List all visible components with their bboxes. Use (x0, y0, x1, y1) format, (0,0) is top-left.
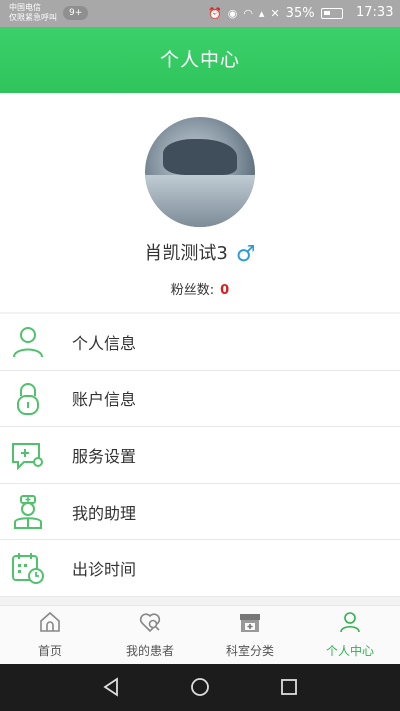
avatar-landscape (145, 175, 255, 227)
clock: 17:33 (356, 5, 394, 20)
eye-icon: ◉ (227, 7, 238, 20)
service-settings-icon (12, 443, 43, 471)
carrier-info: 中国电信 仅限紧急呼叫 (9, 3, 57, 23)
menu-item-label: 出诊时间 (72, 560, 137, 580)
recents-icon[interactable] (278, 676, 300, 698)
status-bar: 中国电信 仅限紧急呼叫 9+ ⏰ ◉ ◠ ▴ ✕ 35% 17:33 (0, 0, 400, 27)
alarm-icon: ⏰ (208, 7, 222, 20)
battery-percent: 35% (285, 6, 315, 21)
nurse-icon (14, 494, 42, 529)
lock-icon (17, 382, 39, 415)
notification-badge: 9+ (63, 6, 89, 20)
home-icon (40, 611, 60, 632)
tab-label: 个人中心 (325, 644, 374, 658)
fans-count: 0 (220, 283, 230, 298)
tab-label: 科室分类 (225, 644, 274, 658)
menu-item-service-settings[interactable]: 服务设置 (0, 427, 400, 484)
page-title: 个人中心 (159, 49, 240, 71)
bottom-tab-bar: 首页 我的患者 科室分类 个人中心 (0, 605, 400, 664)
tab-label: 我的患者 (125, 644, 174, 658)
menu-item-label: 我的助理 (72, 503, 137, 523)
tab-home[interactable]: 首页 (0, 606, 100, 664)
tab-departments[interactable]: 科室分类 (200, 606, 300, 664)
menu-list: 个人信息 账户信息 服务设置 我的助理 出诊时间 (0, 314, 400, 597)
back-icon[interactable] (100, 676, 122, 698)
fans-row: 粉丝数: 0 (0, 279, 400, 298)
profile-name-row: 肖凯测试3 ♂ (0, 239, 400, 267)
department-icon (240, 614, 260, 632)
avatar-mountain (163, 139, 237, 175)
status-icons: ⏰ ◉ ◠ ▴ ✕ 35% (208, 6, 343, 21)
profile-icon (340, 612, 360, 633)
calendar-clock-icon (12, 553, 44, 585)
emergency-only-text: 仅限紧急呼叫 (9, 13, 57, 22)
no-sim-icon: ✕ (270, 7, 280, 20)
avatar[interactable] (145, 117, 255, 227)
person-icon (13, 327, 43, 358)
system-nav-bar (0, 664, 400, 711)
signal-icon: ▴ (258, 7, 265, 20)
tab-profile[interactable]: 个人中心 (300, 606, 400, 664)
carrier-name: 中国电信 (9, 3, 41, 12)
menu-item-personal-info[interactable]: 个人信息 (0, 314, 400, 371)
menu-item-label: 账户信息 (72, 390, 137, 410)
male-icon: ♂ (235, 242, 256, 267)
tab-my-patients[interactable]: 我的患者 (100, 606, 200, 664)
menu-item-label: 个人信息 (72, 333, 137, 353)
menu-item-label: 服务设置 (72, 446, 137, 466)
fans-label: 粉丝数: (170, 283, 215, 298)
menu-item-my-assistant[interactable]: 我的助理 (0, 484, 400, 541)
page-header: 个人中心 (0, 27, 400, 93)
profile-name: 肖凯测试3 (144, 243, 228, 264)
patients-icon (139, 613, 161, 633)
menu-item-account-info[interactable]: 账户信息 (0, 371, 400, 428)
battery-icon (320, 8, 343, 19)
wifi-icon: ◠ (243, 7, 253, 20)
home-button-icon[interactable] (189, 676, 211, 698)
profile-card: 肖凯测试3 ♂ 粉丝数: 0 (0, 93, 400, 312)
menu-item-visit-time[interactable]: 出诊时间 (0, 540, 400, 597)
tab-label: 首页 (37, 644, 62, 658)
